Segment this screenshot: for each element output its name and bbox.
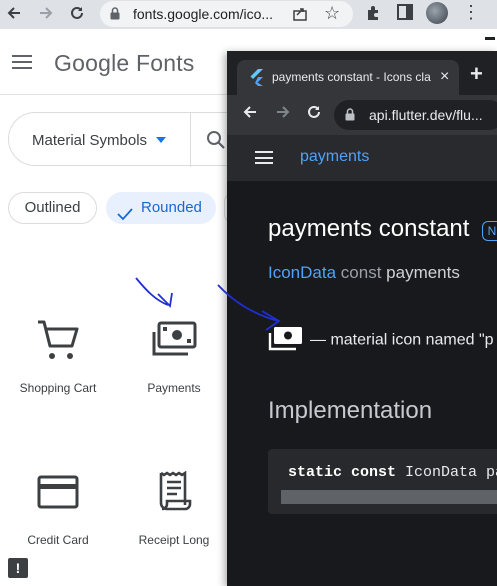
annotation-arrowhead-2 (261, 310, 281, 331)
annotation-arrows (135, 277, 281, 331)
screen: fonts.google.com/ico... ☆ ⋮ Google Fonts… (0, 0, 497, 586)
annotation-arrow-1 (135, 277, 169, 306)
